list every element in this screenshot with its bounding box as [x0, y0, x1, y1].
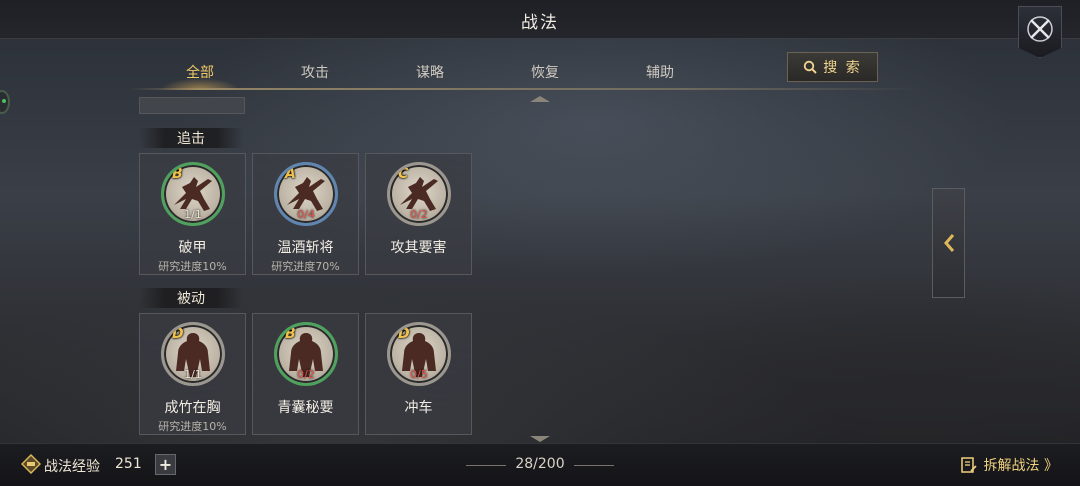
skill-medal: D 1/1 [161, 322, 225, 386]
skill-grade: B [172, 166, 183, 182]
skill-level: 1/1 [184, 368, 202, 381]
skill-medal: A 0/4 [274, 162, 338, 226]
skill-medal: B 1/1 [161, 162, 225, 226]
expand-panel-button[interactable] [932, 188, 965, 298]
dismantle-button[interactable]: 拆解战法 》 [960, 454, 1058, 476]
skill-card[interactable]: D 0/5 冲车 [365, 313, 472, 435]
skill-count: 28/200 [515, 456, 565, 472]
skill-name: 冲车 [404, 400, 433, 416]
skill-card[interactable]: B 0/2 青囊秘要 [252, 313, 359, 435]
skill-medal: D 0/5 [387, 322, 451, 386]
close-button[interactable] [1018, 6, 1062, 58]
search-label: 搜 索 [823, 60, 862, 76]
search-button[interactable]: 搜 索 [787, 52, 878, 82]
scroll-down-arrow-icon[interactable] [530, 436, 550, 442]
document-edit-icon [960, 457, 977, 473]
skill-name: 青囊秘要 [277, 400, 334, 416]
tab-recovery[interactable]: 恢复 [505, 62, 585, 82]
skill-name: 攻其要害 [390, 240, 447, 256]
tab-support[interactable]: 辅助 [620, 62, 700, 82]
search-icon [804, 60, 817, 74]
skill-progress: 研究进度10% [158, 420, 227, 433]
section-label-pursuit: 追击 [139, 128, 243, 148]
skill-level: 0/2 [410, 208, 428, 221]
crossed-swords-icon [1027, 16, 1053, 42]
skill-level: 0/2 [297, 368, 315, 381]
skill-grade: D [172, 326, 184, 342]
tab-attack[interactable]: 攻击 [275, 62, 355, 82]
skill-level: 1/1 [184, 208, 202, 221]
skill-name: 成竹在胸 [164, 400, 221, 416]
skill-grade: D [398, 326, 410, 342]
skill-medal: B 0/2 [274, 322, 338, 386]
chevron-left-icon [943, 234, 954, 252]
tabs-divider [130, 88, 922, 90]
skill-progress: 研究进度10% [158, 260, 227, 273]
experience-icon [21, 454, 41, 474]
skill-grade: C [398, 166, 409, 182]
skill-card[interactable]: A 0/4 温酒斩将 研究进度70% [252, 153, 359, 275]
tab-strategy[interactable]: 谋略 [390, 62, 470, 82]
bottom-bar: 战法经验 251 + 28/200 拆解战法 》 [0, 443, 1080, 486]
experience-label: 战法经验 [44, 459, 100, 475]
side-status-orb[interactable] [0, 90, 10, 114]
tab-all[interactable]: 全部 [160, 62, 240, 82]
dismantle-label: 拆解战法 》 [983, 458, 1058, 474]
top-bar: 战法 [0, 0, 1080, 39]
skill-level: 0/5 [410, 368, 428, 381]
add-experience-button[interactable]: + [155, 454, 176, 475]
skill-name: 破甲 [178, 240, 207, 256]
skill-card[interactable]: B 1/1 破甲 研究进度10% [139, 153, 246, 275]
page-title: 战法 [521, 13, 559, 33]
skill-card[interactable]: D 1/1 成竹在胸 研究进度10% [139, 313, 246, 435]
filter-bar[interactable] [139, 97, 245, 114]
skill-medal: C 0/2 [387, 162, 451, 226]
skill-level: 0/4 [297, 208, 315, 221]
skill-progress: 研究进度70% [271, 260, 340, 273]
skill-name: 温酒斩将 [277, 240, 334, 256]
section-label-passive: 被动 [139, 288, 243, 308]
skill-card[interactable]: C 0/2 攻其要害 [365, 153, 472, 275]
scroll-up-arrow-icon[interactable] [530, 96, 550, 102]
experience-value: 251 [115, 456, 142, 472]
divider-right [574, 465, 614, 466]
skill-grade: A [285, 166, 296, 182]
skill-grade: B [285, 326, 296, 342]
